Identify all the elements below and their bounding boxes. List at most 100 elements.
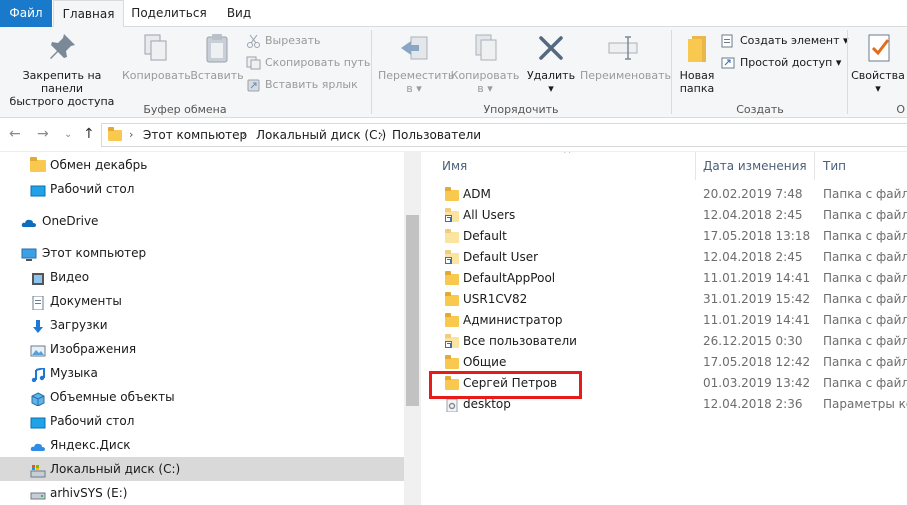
pin-label-line1: Закрепить на панели: [22, 69, 102, 95]
nav-item-onedrive[interactable]: OneDrive: [0, 209, 404, 233]
breadcrumb-local-disk[interactable]: Локальный диск (C:): [256, 128, 386, 142]
nav-item-exchange-december[interactable]: Обмен декабрь: [0, 153, 404, 177]
file-row-all-users[interactable]: All Users 12.04.2018 2:45 Папка с файлам…: [421, 205, 907, 226]
nav-item-desktop[interactable]: Рабочий стол: [0, 177, 404, 201]
sort-ascending-icon: ^: [563, 152, 572, 160]
3d-objects-icon: [30, 390, 46, 407]
recent-locations-chevron-icon[interactable]: ⌄: [64, 129, 72, 140]
navigation-pane-scrollbar-thumb[interactable]: [406, 215, 419, 406]
chevron-down-icon: ▾: [416, 82, 422, 95]
nav-item-arhivsys-e[interactable]: arhivSYS (E:): [0, 481, 404, 505]
file-row-public[interactable]: Общие 17.05.2018 12:42 Папка с файлами: [421, 352, 907, 373]
easy-access-icon: [721, 56, 736, 70]
properties-button[interactable]: Свойства ▾: [850, 31, 906, 95]
nav-item-this-pc[interactable]: Этот компьютер: [0, 241, 404, 265]
nav-item-yandex-disk[interactable]: Яндекс.Диск: [0, 433, 404, 457]
copy-to-button[interactable]: Копировать в ▾: [450, 31, 520, 95]
clipboard-group-label: Буфер обмена: [143, 103, 227, 116]
column-header-name[interactable]: Имя: [442, 152, 467, 180]
new-folder-button[interactable]: Новая папка: [674, 31, 720, 95]
breadcrumb-separator: ›: [379, 128, 384, 141]
forward-arrow-icon[interactable]: →: [37, 126, 49, 142]
folder-icon: [445, 271, 459, 285]
easy-access-button[interactable]: Простой доступ ▾: [721, 53, 841, 73]
onedrive-icon: [21, 214, 37, 228]
folder-icon: [445, 313, 459, 327]
nav-item-music[interactable]: Музыка: [0, 361, 404, 385]
breadcrumb-this-pc[interactable]: Этот компьютер: [143, 128, 247, 142]
file-list: ^ Имя Дата изменения Тип ADM 20.02.2019 …: [421, 152, 907, 505]
file-row-administrator[interactable]: Администратор 11.01.2019 14:41 Папка с ф…: [421, 310, 907, 331]
folder-icon: [30, 157, 46, 172]
tab-view[interactable]: Вид: [216, 0, 262, 27]
column-header-date[interactable]: Дата изменения: [703, 152, 807, 180]
file-row-default[interactable]: Default 17.05.2018 13:18 Папка с файлами: [421, 226, 907, 247]
copy-icon: [138, 31, 172, 65]
breadcrumb-users[interactable]: Пользователи: [392, 128, 481, 142]
folder-icon: [108, 127, 122, 141]
pin-to-quick-access-button[interactable]: Закрепить на панели быстрого доступа: [2, 31, 122, 108]
nav-item-3d-objects[interactable]: Объемные объекты: [0, 385, 404, 409]
drive-icon: [30, 486, 46, 500]
highlight-annotation: [429, 371, 582, 399]
desktop-icon: [30, 182, 46, 197]
nav-item-desktop-2[interactable]: Рабочий стол: [0, 409, 404, 433]
tab-home[interactable]: Главная: [53, 0, 124, 28]
easy-access-label: Простой доступ: [740, 56, 833, 69]
tab-share[interactable]: Поделиться: [128, 0, 210, 27]
nav-item-local-disk-c[interactable]: Локальный диск (C:): [0, 457, 404, 481]
up-arrow-icon[interactable]: ↑: [83, 126, 95, 142]
new-item-icon: [721, 34, 736, 48]
column-header-type[interactable]: Тип: [823, 152, 846, 180]
new-item-button[interactable]: Создать элемент ▾: [721, 31, 849, 51]
tab-file[interactable]: Файл: [0, 0, 52, 27]
paste-shortcut-label: Вставить ярлык: [265, 78, 358, 91]
copy-to-label-line1: Копировать: [450, 69, 520, 82]
copy-button[interactable]: Копировать: [122, 31, 191, 82]
move-to-label-line2: в: [406, 82, 413, 95]
delete-label: Удалить: [526, 69, 576, 82]
create-group: Новая папка Создать элемент ▾ Простой до…: [672, 27, 849, 118]
ribbon-tabs: Файл Главная Поделиться Вид: [0, 0, 907, 28]
rename-button[interactable]: Переименовать: [580, 31, 671, 82]
chevron-down-icon: ▾: [875, 82, 881, 95]
column-separator[interactable]: [695, 152, 696, 180]
nav-item-video[interactable]: Видео: [0, 265, 404, 289]
desktop-icon: [30, 414, 46, 429]
copy-label: Копировать: [122, 69, 191, 82]
folder-shortcut-icon: [445, 208, 459, 222]
cut-button[interactable]: Вырезать: [246, 31, 320, 51]
paste-label: Вставить: [190, 69, 244, 82]
settings-file-icon: [445, 398, 459, 413]
paste-button[interactable]: Вставить: [190, 31, 244, 82]
new-folder-label-line1: Новая: [679, 69, 715, 82]
paste-icon: [200, 31, 234, 65]
folder-icon: [445, 292, 459, 306]
nav-item-downloads[interactable]: Загрузки: [0, 313, 404, 337]
file-row-adm[interactable]: ADM 20.02.2019 7:48 Папка с файлами: [421, 184, 907, 205]
paste-shortcut-icon: [246, 78, 261, 92]
nav-item-pictures[interactable]: Изображения: [0, 337, 404, 361]
properties-checkmark-icon: [861, 31, 895, 65]
address-bar[interactable]: › Этот компьютер › Локальный диск (C:) ›…: [101, 123, 907, 147]
copy-path-button[interactable]: Скопировать путь: [246, 53, 370, 73]
folder-icon: [445, 355, 459, 369]
file-row-all-users-ru[interactable]: Все пользователи 26.12.2015 0:30 Папка с…: [421, 331, 907, 352]
chevron-down-icon: ▾: [487, 82, 493, 95]
file-row-default-user[interactable]: Default User 12.04.2018 2:45 Папка с фай…: [421, 247, 907, 268]
folder-icon: [445, 187, 459, 201]
copy-path-icon: [246, 56, 261, 70]
new-item-label: Создать элемент: [740, 34, 840, 47]
column-separator[interactable]: [814, 152, 815, 180]
file-row-usr1cv82[interactable]: USR1CV82 31.01.2019 15:42 Папка с файлам…: [421, 289, 907, 310]
paste-shortcut-button[interactable]: Вставить ярлык: [246, 75, 358, 95]
folder-shortcut-icon: [445, 334, 459, 348]
file-row-defaultapppool[interactable]: DefaultAppPool 11.01.2019 14:41 Папка с …: [421, 268, 907, 289]
back-arrow-icon[interactable]: ←: [9, 126, 21, 142]
copy-path-label: Скопировать путь: [265, 56, 371, 69]
delete-button[interactable]: Удалить ▾: [522, 31, 580, 95]
nav-item-documents[interactable]: Документы: [0, 289, 404, 313]
move-to-button[interactable]: Переместить в ▾: [378, 31, 454, 95]
chevron-down-icon: ▾: [835, 56, 842, 69]
folder-shortcut-icon: [445, 250, 459, 264]
